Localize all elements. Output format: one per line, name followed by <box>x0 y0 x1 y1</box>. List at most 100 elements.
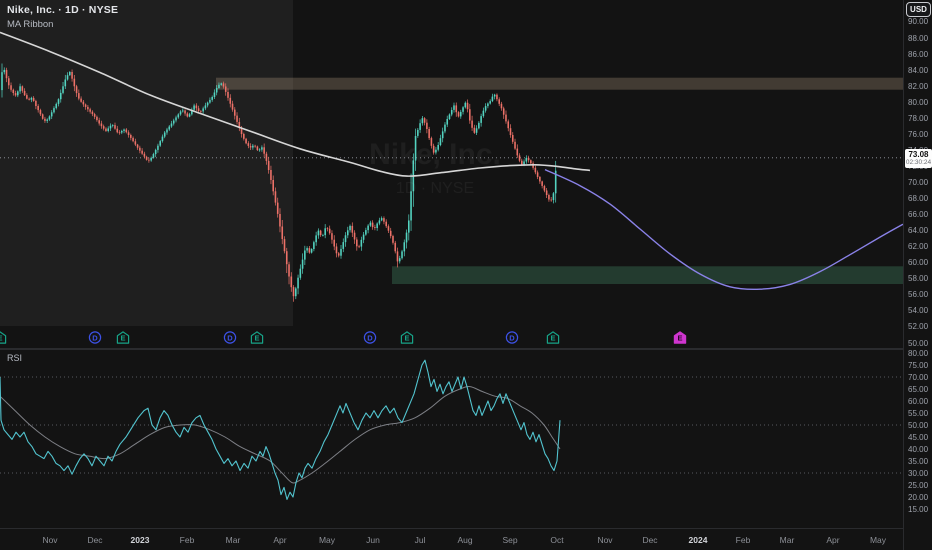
bar-countdown: 02:30:24 <box>905 158 932 166</box>
event-letter: E <box>0 333 3 342</box>
candle-body <box>19 86 21 92</box>
candle-body <box>188 114 191 117</box>
event-glyph: D <box>223 331 237 344</box>
time-axis-month-label[interactable]: Feb <box>180 535 195 545</box>
candle-body <box>464 102 467 108</box>
candle-body <box>516 148 519 156</box>
event-letter: E <box>550 333 555 342</box>
time-axis-month-label[interactable]: Nov <box>42 535 57 545</box>
time-axis-month-label[interactable]: Jul <box>415 535 426 545</box>
event-letter: D <box>509 333 515 342</box>
price-axis[interactable]: USD 90.00 88.00 86.00 84.00 82.00 80.00 78.00 7… <box>903 0 932 550</box>
candle-body <box>387 226 390 231</box>
time-axis-month-label[interactable]: Apr <box>826 535 839 545</box>
candle-body <box>401 251 403 259</box>
time-axis-month-label[interactable]: Sep <box>502 535 517 545</box>
time-axis-month-label[interactable]: May <box>319 535 335 545</box>
candle-body <box>297 277 299 289</box>
time-axis-month-label[interactable]: Feb <box>736 535 751 545</box>
price-tick: 88.00 <box>908 33 929 43</box>
rsi-pane[interactable] <box>0 350 903 528</box>
time-axis-month-label[interactable]: Dec <box>642 535 657 545</box>
candle-body <box>265 153 268 161</box>
earnings-icon[interactable]: E <box>400 331 414 344</box>
candle-body <box>525 157 528 162</box>
candle-body <box>414 136 417 161</box>
price-pane[interactable] <box>0 0 903 348</box>
candle-body <box>80 98 82 102</box>
candle-body <box>500 103 503 109</box>
candle-body <box>182 110 184 112</box>
candle-body <box>227 92 229 98</box>
candle-body <box>270 170 272 180</box>
price-chart-canvas[interactable] <box>0 0 903 348</box>
time-axis-month-label[interactable]: Apr <box>273 535 286 545</box>
candle-body <box>150 157 152 161</box>
candle-body <box>206 102 209 106</box>
candle-body <box>295 288 297 297</box>
candle-body <box>502 108 505 115</box>
time-axis[interactable]: Nov Dec 2023 Feb Mar Apr May Jun Jul Aug Sep Oct Nov… <box>0 528 903 550</box>
candle-body <box>220 83 223 85</box>
event-glyph: E <box>116 331 130 344</box>
time-axis-month-label[interactable]: Jun <box>366 535 380 545</box>
candle-body <box>105 128 107 131</box>
time-axis-month-label[interactable]: Mar <box>226 535 241 545</box>
time-axis-month-label[interactable]: Aug <box>457 535 472 545</box>
candle-body <box>197 108 200 111</box>
earnings-icon[interactable]: E <box>250 331 264 344</box>
dividend-icon[interactable]: D <box>88 331 102 344</box>
projected-earnings-icon[interactable]: E <box>673 331 687 344</box>
candle-body <box>32 97 35 101</box>
candle-body <box>362 234 365 240</box>
candle-body <box>493 94 496 97</box>
candle-body <box>98 120 100 124</box>
candle-body <box>473 127 476 133</box>
candle-body <box>301 259 304 269</box>
rsi-tick: 20.00 <box>908 492 929 502</box>
event-letter: E <box>120 333 125 342</box>
time-axis-month-label[interactable]: May <box>870 535 886 545</box>
candle-body <box>39 110 42 115</box>
candle-body <box>491 96 494 102</box>
time-axis-month-label[interactable]: Dec <box>87 535 102 545</box>
candle-body <box>462 107 464 112</box>
candle-body <box>231 103 234 110</box>
candle-body <box>281 226 284 240</box>
dividend-icon[interactable]: D <box>223 331 237 344</box>
candle-body <box>179 111 182 115</box>
time-axis-month-label[interactable]: Mar <box>780 535 795 545</box>
price-tick: 78.00 <box>908 113 929 123</box>
rsi-chart-canvas[interactable] <box>0 350 903 528</box>
currency-toggle-button[interactable]: USD <box>906 2 931 17</box>
candle-body <box>218 84 220 88</box>
dividend-icon[interactable]: D <box>363 331 377 344</box>
earnings-icon[interactable]: E <box>116 331 130 344</box>
candle-body <box>374 227 376 228</box>
rsi-tick: 75.00 <box>908 360 929 370</box>
time-axis-year-label[interactable]: 2024 <box>689 535 708 545</box>
candle-body <box>59 92 62 100</box>
time-axis-month-label[interactable]: Oct <box>550 535 563 545</box>
time-axis-month-label[interactable]: Nov <box>597 535 612 545</box>
price-tick: 50.00 <box>908 338 929 348</box>
dividend-icon[interactable]: D <box>505 331 519 344</box>
zone-resistance[interactable] <box>216 77 903 90</box>
candle-body <box>403 242 406 252</box>
candle-body <box>426 122 428 129</box>
price-tick: 66.00 <box>908 210 929 220</box>
time-axis-year-label[interactable]: 2023 <box>131 535 150 545</box>
earnings-icon[interactable]: E <box>546 331 560 344</box>
price-tick: 80.00 <box>908 97 929 107</box>
candle-body <box>211 97 213 100</box>
candle-body <box>261 147 263 150</box>
candle-body <box>371 222 374 228</box>
candle-body <box>410 191 412 221</box>
candle-body <box>148 159 150 161</box>
earnings-icon[interactable]: E <box>0 331 7 344</box>
candle-body <box>245 138 247 144</box>
candle-body <box>423 118 426 123</box>
rsi-indicator-label[interactable]: RSI <box>7 353 22 363</box>
rsi-tick: 30.00 <box>908 468 929 478</box>
candle-body <box>550 199 552 201</box>
